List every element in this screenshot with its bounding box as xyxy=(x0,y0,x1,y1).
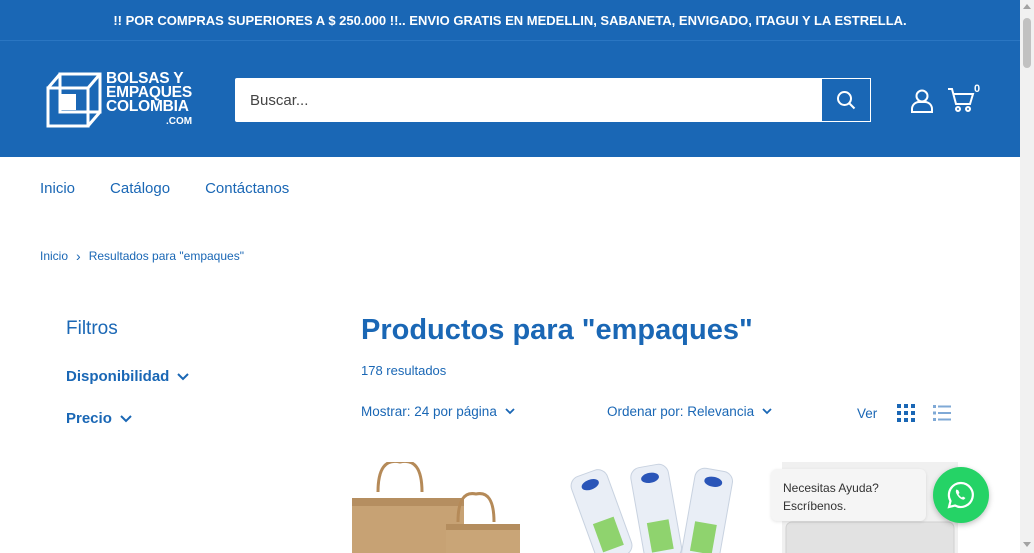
chevron-down-icon xyxy=(177,372,190,380)
scrollbar[interactable] xyxy=(1020,0,1034,553)
search-icon xyxy=(837,91,856,110)
filter-disponibilidad[interactable]: Disponibilidad xyxy=(66,368,190,385)
logo-text: BOLSAS Y EMPAQUES COLOMBIA xyxy=(106,70,192,115)
per-page-select[interactable]: Mostrar: 24 por página xyxy=(361,404,515,419)
chat-bubble[interactable]: Necesitas Ayuda? Escríbenos. xyxy=(771,469,926,521)
breadcrumb-separator: › xyxy=(76,248,81,264)
search-bar xyxy=(235,78,871,122)
breadcrumb: Inicio › Resultados para "empaques" xyxy=(40,248,244,264)
search-input[interactable] xyxy=(235,78,822,122)
logo-box-icon xyxy=(46,72,102,128)
breadcrumb-home[interactable]: Inicio xyxy=(40,249,68,263)
announcement-text: !! POR COMPRAS SUPERIORES A $ 250.000 !!… xyxy=(113,12,907,28)
filter-label: Disponibilidad xyxy=(66,368,170,385)
grid-view-icon[interactable] xyxy=(897,404,916,422)
chevron-down-icon xyxy=(762,408,772,415)
view-label: Ver xyxy=(857,405,878,421)
nav-item-inicio[interactable]: Inicio xyxy=(40,180,75,197)
scroll-down-arrow[interactable] xyxy=(1023,542,1031,547)
scroll-up-arrow[interactable] xyxy=(1023,4,1031,9)
main-nav: Inicio Catálogo Contáctanos xyxy=(40,180,289,197)
chat-line-2: Escríbenos. xyxy=(783,499,847,513)
nav-item-catalogo[interactable]: Catálogo xyxy=(110,180,170,197)
nav-item-contactanos[interactable]: Contáctanos xyxy=(205,180,289,197)
list-view-icon[interactable] xyxy=(933,404,952,422)
cart-icon[interactable] xyxy=(947,86,977,114)
breadcrumb-current: Resultados para "empaques" xyxy=(88,249,244,263)
chevron-down-icon xyxy=(120,414,132,422)
site-header: BOLSAS Y EMPAQUES COLOMBIA .COM 0 xyxy=(0,40,1020,157)
page-title: Productos para "empaques" xyxy=(361,314,753,346)
whatsapp-button[interactable] xyxy=(933,467,989,523)
chevron-down-icon xyxy=(505,408,515,415)
product-card[interactable] xyxy=(567,462,743,553)
product-card[interactable] xyxy=(350,462,526,553)
plastic-spoons-pack-image xyxy=(567,462,743,553)
logo-domain: .COM xyxy=(166,116,193,127)
logo[interactable]: BOLSAS Y EMPAQUES COLOMBIA .COM xyxy=(46,70,196,128)
filter-precio[interactable]: Precio xyxy=(66,410,132,427)
chat-line-1: Necesitas Ayuda? xyxy=(783,481,879,495)
filter-label: Precio xyxy=(66,410,112,427)
filters-title: Filtros xyxy=(66,318,118,339)
sort-label: Ordenar por: Relevancia xyxy=(607,404,755,419)
view-toggle: Ver xyxy=(857,404,952,422)
search-button[interactable] xyxy=(822,78,871,122)
scroll-thumb[interactable] xyxy=(1023,18,1031,68)
sort-select[interactable]: Ordenar por: Relevancia xyxy=(607,404,772,419)
per-page-label: Mostrar: 24 por página xyxy=(361,404,497,419)
results-count: 178 resultados xyxy=(361,363,447,378)
announcement-bar: !! POR COMPRAS SUPERIORES A $ 250.000 !!… xyxy=(0,0,1020,40)
kraft-paper-bags-image xyxy=(350,462,526,553)
whatsapp-icon xyxy=(947,481,974,509)
account-icon[interactable] xyxy=(909,88,935,114)
cart-count: 0 xyxy=(974,83,981,95)
